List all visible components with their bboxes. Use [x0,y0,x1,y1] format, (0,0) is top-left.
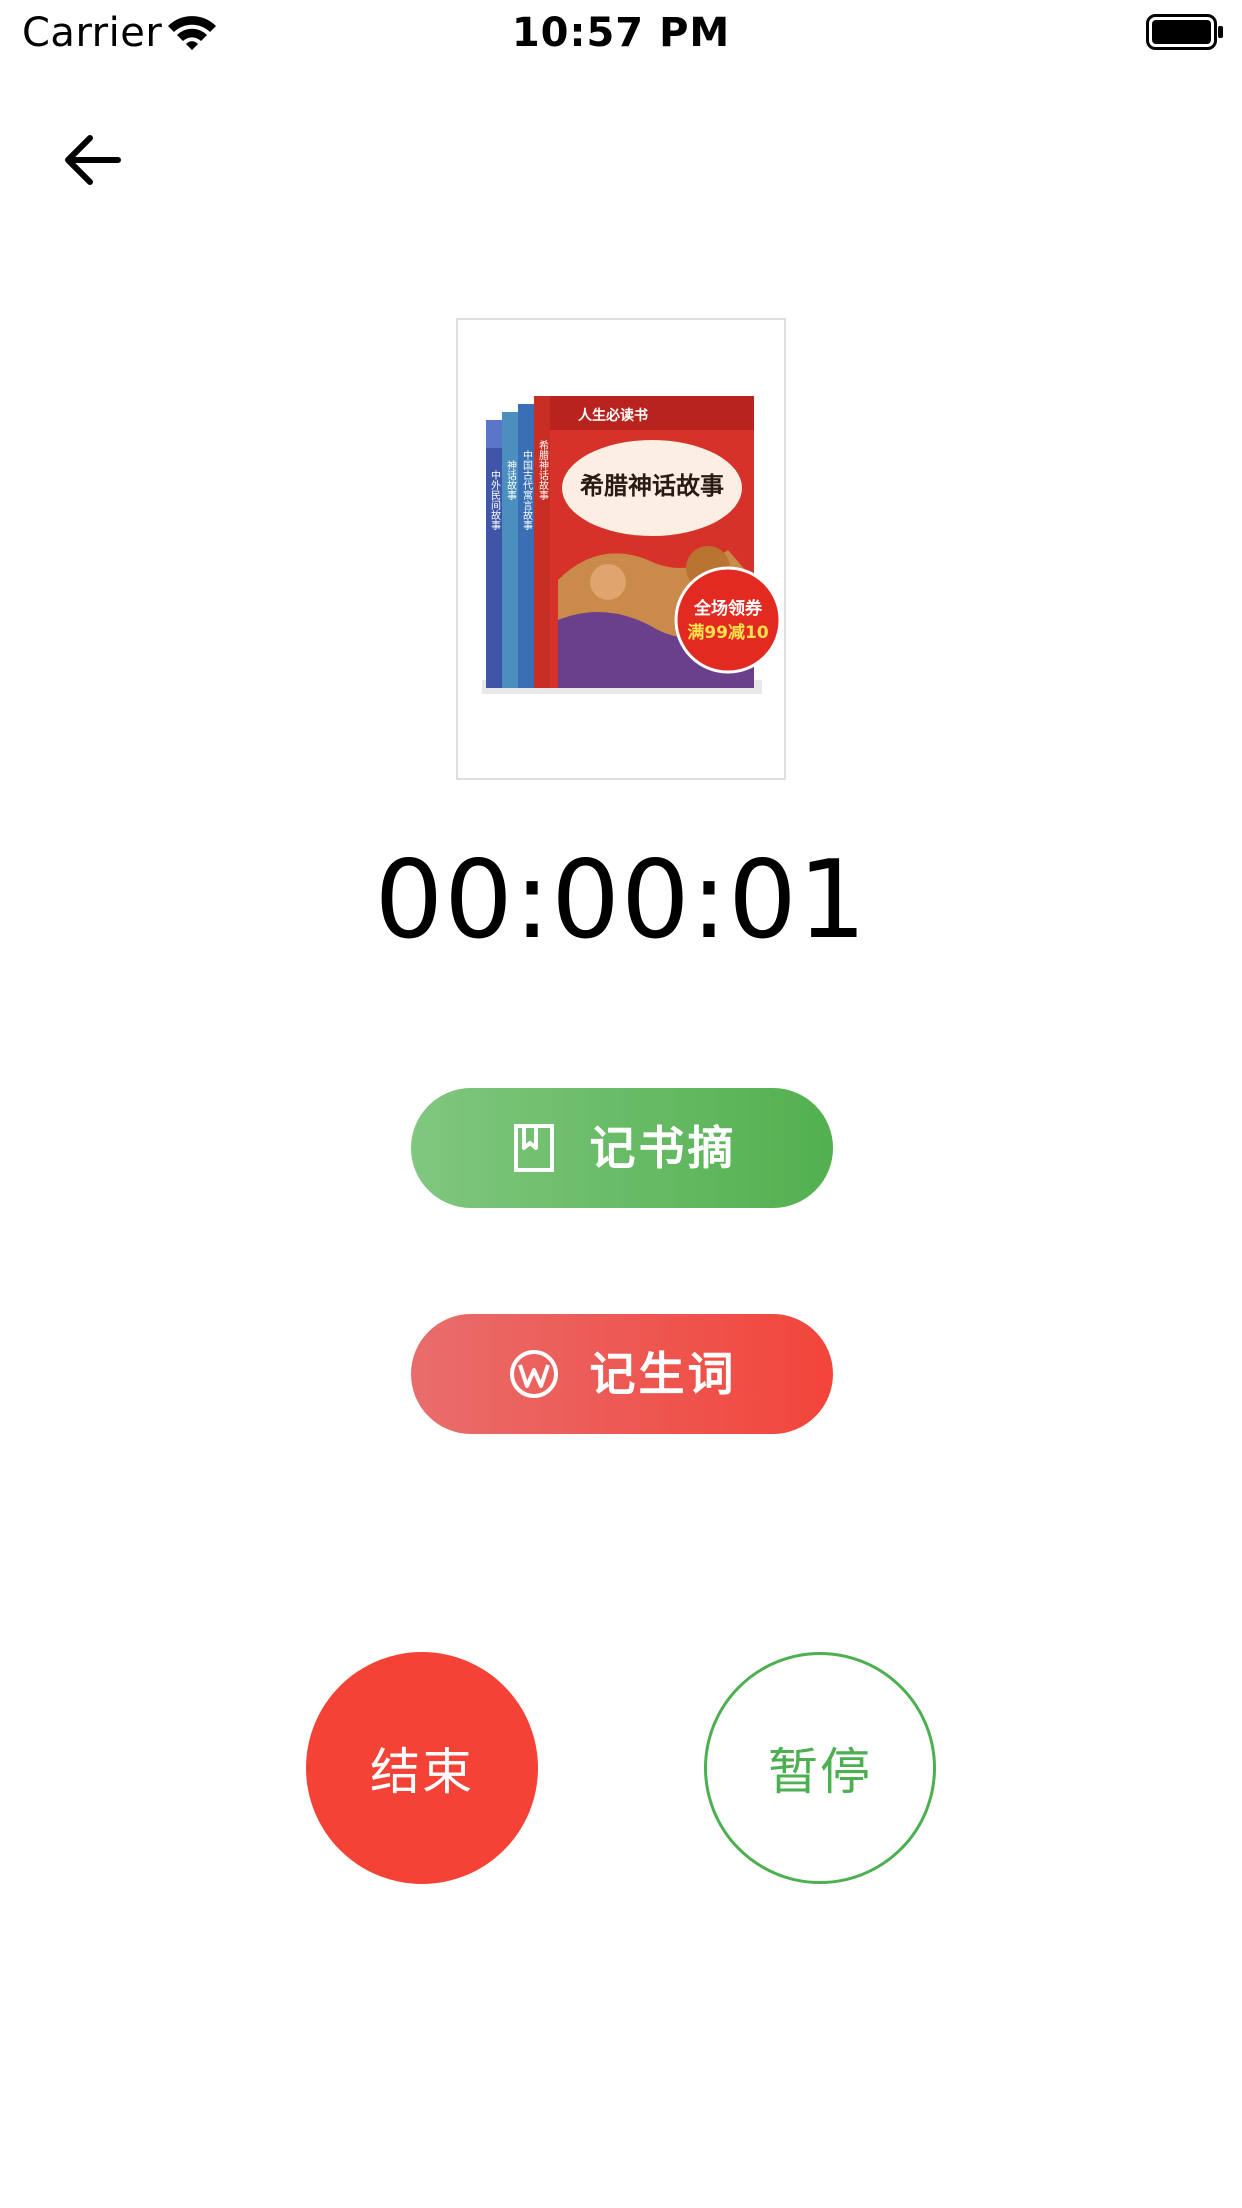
arrow-left-icon [65,135,121,185]
end-button-label: 结束 [370,1743,474,1801]
spine-title-3: 中国古代寓言故事 [521,449,533,530]
spine-title-2: 神话故事 [505,459,517,500]
clock-time: 10:57 PM [511,10,731,56]
pause-button[interactable]: 暂停 [704,1652,936,1884]
record-excerpt-button[interactable]: 记书摘 [411,1088,833,1208]
badge-line1: 全场领券 [693,598,763,619]
reading-timer: 00:00:01 [374,838,868,963]
spine-title-1: 中外民间故事 [489,469,501,530]
bookmark-book-icon [513,1124,554,1172]
status-bar: Carrier 10:57 PM [0,0,1242,66]
book-cover-image: 中外民间故事 神话故事 中国古代寓言故事 希腊神话故事 人生必读书 希腊神话故事… [482,396,782,694]
cover-main-title: 希腊神话故事 [580,471,724,500]
end-button[interactable]: 结束 [306,1652,538,1884]
book-cover: 中外民间故事 神话故事 中国古代寓言故事 希腊神话故事 人生必读书 希腊神话故事… [456,318,786,780]
badge-line2: 满99减10 [687,622,768,643]
pause-button-label: 暂停 [768,1743,872,1801]
battery-icon [1146,14,1223,50]
record-vocabulary-button[interactable]: 记生词 [411,1314,833,1434]
spine-title-4: 希腊神话故事 [537,439,549,500]
record-excerpt-label: 记书摘 [589,1121,737,1175]
back-button[interactable] [48,118,138,208]
series-label: 人生必读书 [578,407,648,424]
record-vocabulary-label: 记生词 [589,1347,737,1401]
wordpress-w-icon [509,1350,558,1398]
